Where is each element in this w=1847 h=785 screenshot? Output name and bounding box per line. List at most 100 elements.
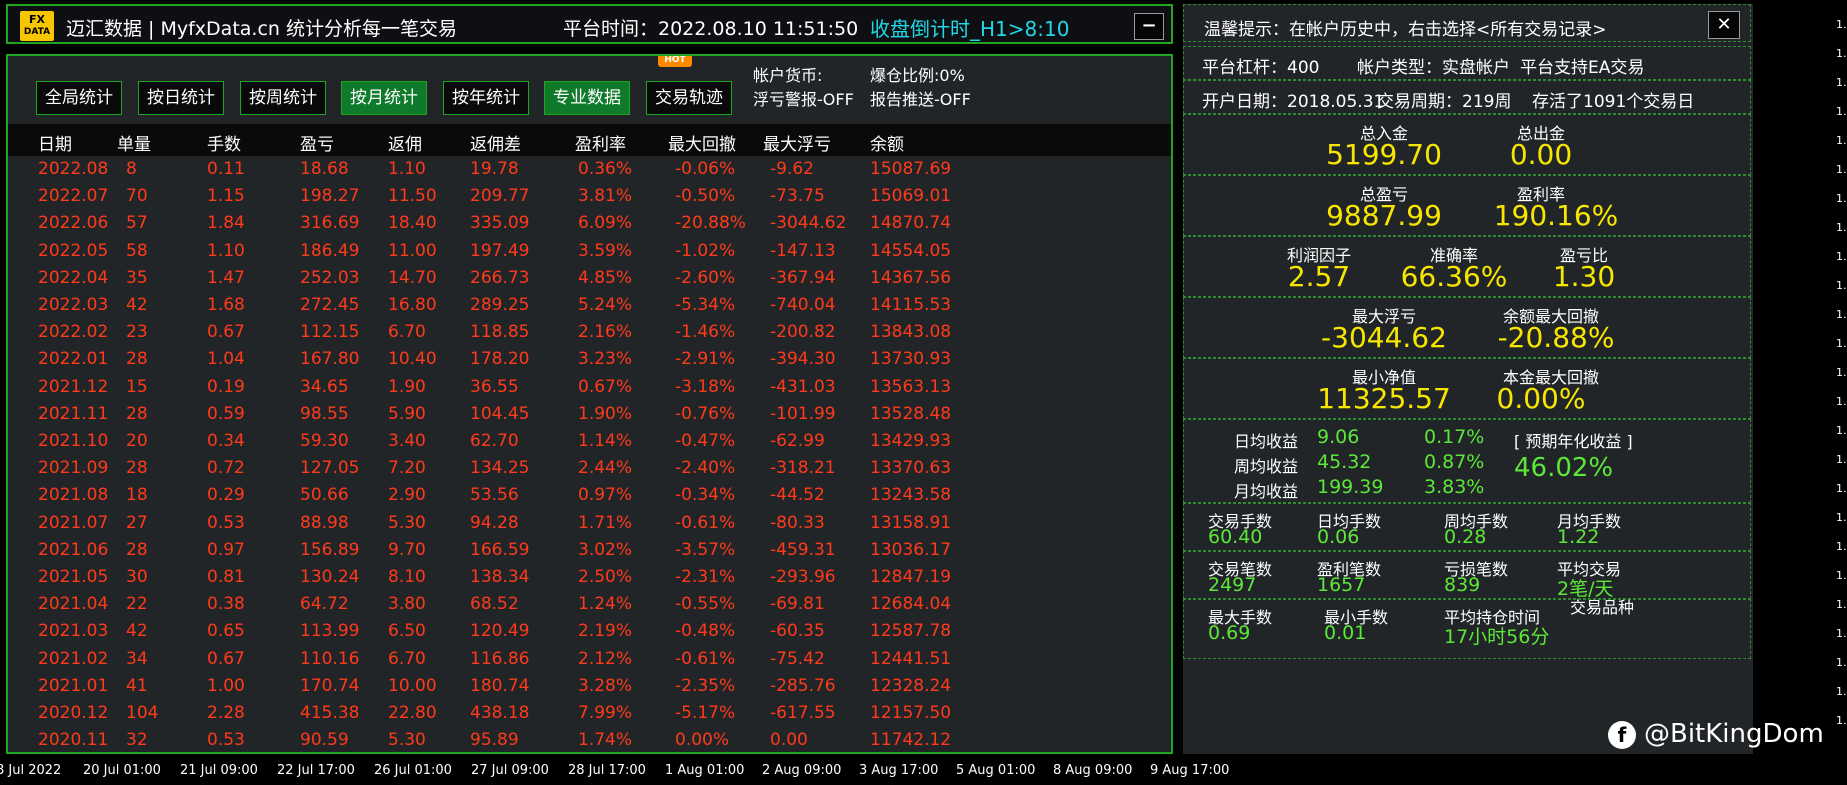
cell-orders: 42 [126, 621, 148, 642]
cell-pl: 50.66 [300, 485, 349, 506]
table-row[interactable]: 2021.08 18 0.29 50.66 2.90 53.56 0.97% -0.34% -4… [8, 482, 1171, 509]
table-row[interactable]: 2021.10 20 0.34 59.30 3.40 62.70 1.14% -0.47% -6… [8, 428, 1171, 455]
tab-monthly-stats[interactable]: 按月统计 [341, 81, 427, 115]
tab-daily-stats[interactable]: 按日统计 [138, 81, 224, 115]
table-row[interactable]: 2021.02 34 0.67 110.16 6.70 116.86 2.12% -0.61%… [8, 646, 1171, 673]
cell-pl: 127.05 [300, 458, 360, 479]
tip-text: 温馨提示：在帐户历史中，右击选择<所有交易记录> [1204, 20, 1607, 40]
table-row[interactable]: 2021.04 22 0.38 64.72 3.80 68.52 1.24% -0.55% -6… [8, 591, 1171, 618]
cell-rebate-diff: 134.25 [470, 458, 530, 479]
cell-rebate-diff: 36.55 [470, 376, 519, 397]
tab-pro-data[interactable]: 专业数据 [544, 81, 630, 115]
monthly-avg-label: 月均收益 [1234, 482, 1299, 501]
cell-lots: 0.34 [207, 431, 245, 451]
cell-max-drawdown: -3.57% [675, 539, 736, 560]
tab-trade-track[interactable]: 交易轨迹 [646, 81, 732, 115]
cell-date: 2022.05 [38, 240, 109, 261]
cell-balance: 13429.93 [870, 431, 952, 451]
price-axis-tick: 1. [1836, 105, 1847, 118]
table-row[interactable]: 2022.08 8 0.11 18.68 1.10 19.78 0.36% -0.06% -9.… [8, 156, 1171, 183]
cell-date: 2022.02 [38, 322, 109, 343]
table-row[interactable]: 2021.06 28 0.97 156.89 9.70 166.59 3.02% -3.57%… [8, 537, 1171, 564]
cell-date: 2021.04 [38, 594, 109, 615]
cell-balance: 13730.93 [870, 349, 952, 370]
cell-orders: 28 [126, 349, 148, 370]
table-row[interactable]: 2021.07 27 0.53 88.98 5.30 94.28 1.71% -0.61% -8… [8, 510, 1171, 537]
account-type: 帐户类型：实盘帐户 [1357, 58, 1510, 78]
cell-max-float-loss: -285.76 [770, 675, 836, 696]
trade-period: 交易周期：219周 [1377, 92, 1512, 112]
col-max-drawdown: 最大回撤 [668, 135, 736, 155]
cell-orders: 42 [126, 295, 148, 315]
cell-profit-rate: 3.28% [578, 675, 633, 696]
cell-max-float-loss: -459.31 [770, 539, 836, 560]
cell-pl: 170.74 [300, 675, 360, 696]
avg-return-section: 日均收益 9.06 0.17% 周均收益 45.32 0.87% 月均收益 19… [1183, 419, 1751, 503]
table-row[interactable]: 2022.03 42 1.68 272.45 16.80 289.25 5.24% -5.34… [8, 292, 1171, 319]
report-push-toggle[interactable]: 报告推送-OFF [870, 86, 971, 110]
table-row[interactable]: 2021.05 30 0.81 130.24 8.10 138.34 2.50% -2.31%… [8, 564, 1171, 591]
cell-balance: 12587.78 [870, 621, 952, 642]
cell-pl: 64.72 [300, 594, 349, 615]
cell-pl: 272.45 [300, 295, 360, 315]
table-row[interactable]: 2020.12 104 2.28 415.38 22.80 438.18 7.99% -5.1… [8, 700, 1171, 727]
total-deposit-value: 5199.70 [1326, 138, 1442, 171]
cell-max-float-loss: -60.35 [770, 621, 825, 642]
cell-orders: 18 [126, 485, 148, 506]
cell-orders: 57 [126, 213, 148, 234]
cell-lots: 0.11 [207, 159, 245, 179]
cell-balance: 12847.19 [870, 567, 952, 587]
cell-rebate: 7.20 [388, 458, 426, 479]
cell-date: 2021.03 [38, 621, 109, 642]
time-axis-tick: 2 Aug 09:00 [762, 763, 842, 778]
cell-lots: 0.29 [207, 485, 245, 506]
table-row[interactable]: 2020.11 32 0.53 90.59 5.30 95.89 1.74% 0.00% 0.0… [8, 727, 1171, 752]
table-row[interactable]: 2021.01 41 1.00 170.74 10.00 180.74 3.28% -2.35… [8, 673, 1171, 700]
table-row[interactable]: 2021.11 28 0.59 98.55 5.90 104.45 1.90% -0.76% -… [8, 401, 1171, 428]
table-row[interactable]: 2021.03 42 0.65 113.99 6.50 120.49 2.19% -0.48%… [8, 618, 1171, 645]
cell-date: 2021.06 [38, 539, 109, 560]
table-row[interactable]: 2022.02 23 0.67 112.15 6.70 118.85 2.16% -1.46%… [8, 319, 1171, 346]
cell-profit-rate: 0.36% [578, 159, 633, 179]
cell-profit-rate: 3.02% [578, 539, 633, 560]
cell-lots: 1.15 [207, 186, 245, 207]
cell-pl: 316.69 [300, 213, 360, 234]
table-row[interactable]: 2022.07 70 1.15 198.27 11.50 209.77 3.81% -0.50… [8, 183, 1171, 210]
table-row[interactable]: 2021.12 15 0.19 34.65 1.90 36.55 0.67% -3.18% -4… [8, 374, 1171, 401]
cell-max-float-loss: -617.55 [770, 703, 836, 723]
cell-profit-rate: 4.85% [578, 267, 633, 288]
cell-pl: 34.65 [300, 376, 349, 397]
daily-avg-value: 9.06 [1317, 426, 1360, 448]
account-currency: 帐户货币: [753, 66, 823, 85]
monthly-avg-pct: 3.83% [1424, 476, 1485, 498]
cell-max-drawdown: -0.34% [675, 485, 736, 506]
close-button[interactable]: ✕ [1708, 11, 1740, 39]
float-loss-section: 最大浮亏 -3044.62 余额最大回撤 -20.88% [1183, 297, 1751, 358]
tab-yearly-stats[interactable]: 按年统计 [443, 81, 529, 115]
table-row[interactable]: 2022.04 35 1.47 252.03 14.70 266.73 4.85% -2.60… [8, 265, 1171, 292]
table-row[interactable]: 2022.01 28 1.04 167.80 10.40 178.20 3.23% -2.91… [8, 346, 1171, 373]
cell-max-drawdown: -1.02% [675, 240, 736, 261]
cell-lots: 0.53 [207, 730, 245, 751]
table-row[interactable]: 2022.06 57 1.84 316.69 18.40 335.09 6.09% -20.8… [8, 210, 1171, 237]
table-row[interactable]: 2022.05 58 1.10 186.49 11.00 197.49 3.59% -1.02… [8, 238, 1171, 265]
cell-max-drawdown: -0.47% [675, 431, 736, 451]
cell-max-float-loss: -80.33 [770, 512, 825, 533]
price-axis-tick: 1. [1836, 250, 1847, 263]
price-axis-tick: 1. [1836, 482, 1847, 495]
principal-dd-value: 0.00% [1496, 382, 1586, 415]
table-row[interactable]: 2021.09 28 0.72 127.05 7.20 134.25 2.44% -2.40%… [8, 455, 1171, 482]
total-pl-value: 9887.99 [1326, 199, 1442, 232]
cell-profit-rate: 6.09% [578, 213, 633, 234]
loss-alert-toggle[interactable]: 浮亏警报-OFF [753, 86, 854, 110]
title-bar: FX DATA 迈汇数据 | MyfxData.cn 统计分析每一笔交易 平台时… [6, 4, 1173, 44]
tab-global-stats[interactable]: 全局统计 [36, 81, 122, 115]
cell-lots: 0.81 [207, 567, 245, 587]
trades-value: 2497 [1208, 574, 1257, 596]
cell-rebate-diff: 19.78 [470, 159, 519, 179]
minimize-button[interactable]: − [1134, 13, 1164, 40]
tab-weekly-stats[interactable]: 按周统计 [240, 81, 326, 115]
cell-rebate-diff: 138.34 [470, 567, 530, 587]
cell-rebate: 3.40 [388, 431, 426, 451]
daily-lots-value: 0.06 [1317, 526, 1360, 548]
